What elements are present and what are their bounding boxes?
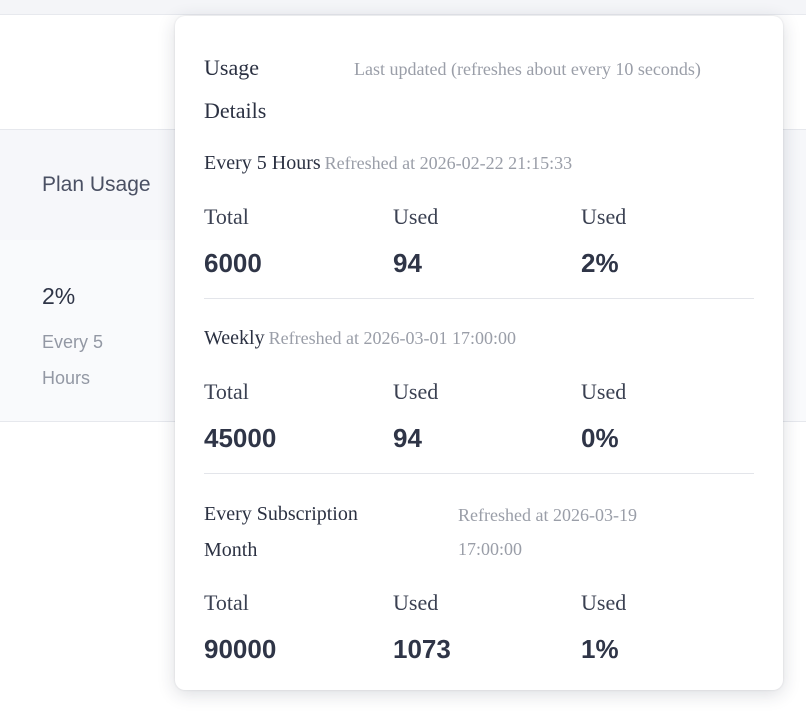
stat-value: 45000 — [204, 423, 277, 453]
stat-used: Used 94 — [393, 204, 573, 278]
usage-section-subscription-month: Every Subscription Month Refreshed at 20… — [204, 496, 754, 676]
stat-label: Used — [581, 204, 627, 229]
stat-value: 1% — [581, 634, 619, 664]
stat-total: Total 45000 — [204, 379, 384, 453]
stat-label: Used — [581, 590, 627, 615]
stat-label: Used — [393, 379, 439, 404]
stat-used-percent: Used 1% — [581, 590, 761, 664]
plan-usage-column-header: Plan Usage — [42, 173, 151, 196]
stat-used: Used 94 — [393, 379, 573, 453]
stat-label: Used — [393, 590, 439, 615]
stat-total: Total 6000 — [204, 204, 384, 278]
section-name: Weekly — [204, 327, 265, 349]
stat-value: 0% — [581, 423, 619, 453]
usage-details-popover: Usage Details Last updated (refreshes ab… — [175, 16, 783, 690]
section-name: Every 5 Hours — [204, 152, 321, 174]
section-refreshed-time: Refreshed at 2026-03-19 17:00:00 — [458, 505, 637, 559]
usage-period-label: Every 5 Hours — [42, 332, 104, 388]
stat-label: Used — [581, 379, 627, 404]
section-divider — [204, 473, 754, 474]
stat-label: Total — [204, 590, 249, 615]
popover-title: Usage Details — [204, 55, 267, 123]
stat-label: Used — [393, 204, 439, 229]
usage-section-5-hours: Every 5 Hours Refreshed at 2026-02-22 21… — [204, 152, 754, 282]
section-name: Every Subscription Month — [204, 503, 358, 561]
top-bar — [0, 0, 806, 15]
stat-value: 1073 — [393, 634, 451, 664]
stat-value: 2% — [581, 248, 619, 278]
stat-total: Total 90000 — [204, 590, 384, 664]
stat-used-percent: Used 2% — [581, 204, 761, 278]
stat-value: 94 — [393, 248, 422, 278]
section-refreshed-time: Refreshed at 2026-03-01 17:00:00 — [268, 328, 517, 348]
stat-used-percent: Used 0% — [581, 379, 761, 453]
usage-section-weekly: Weekly Refreshed at 2026-03-01 17:00:00 … — [204, 327, 754, 457]
usage-percent: 2% — [42, 283, 76, 309]
stat-value: 90000 — [204, 634, 277, 664]
section-divider — [204, 298, 754, 299]
stat-label: Total — [204, 379, 249, 404]
stat-used: Used 1073 — [393, 590, 573, 664]
popover-subtitle: Last updated (refreshes about every 10 s… — [354, 59, 701, 79]
stat-value: 6000 — [204, 248, 262, 278]
stat-label: Total — [204, 204, 249, 229]
stat-value: 94 — [393, 423, 422, 453]
section-refreshed-time: Refreshed at 2026-02-22 21:15:33 — [324, 153, 573, 173]
